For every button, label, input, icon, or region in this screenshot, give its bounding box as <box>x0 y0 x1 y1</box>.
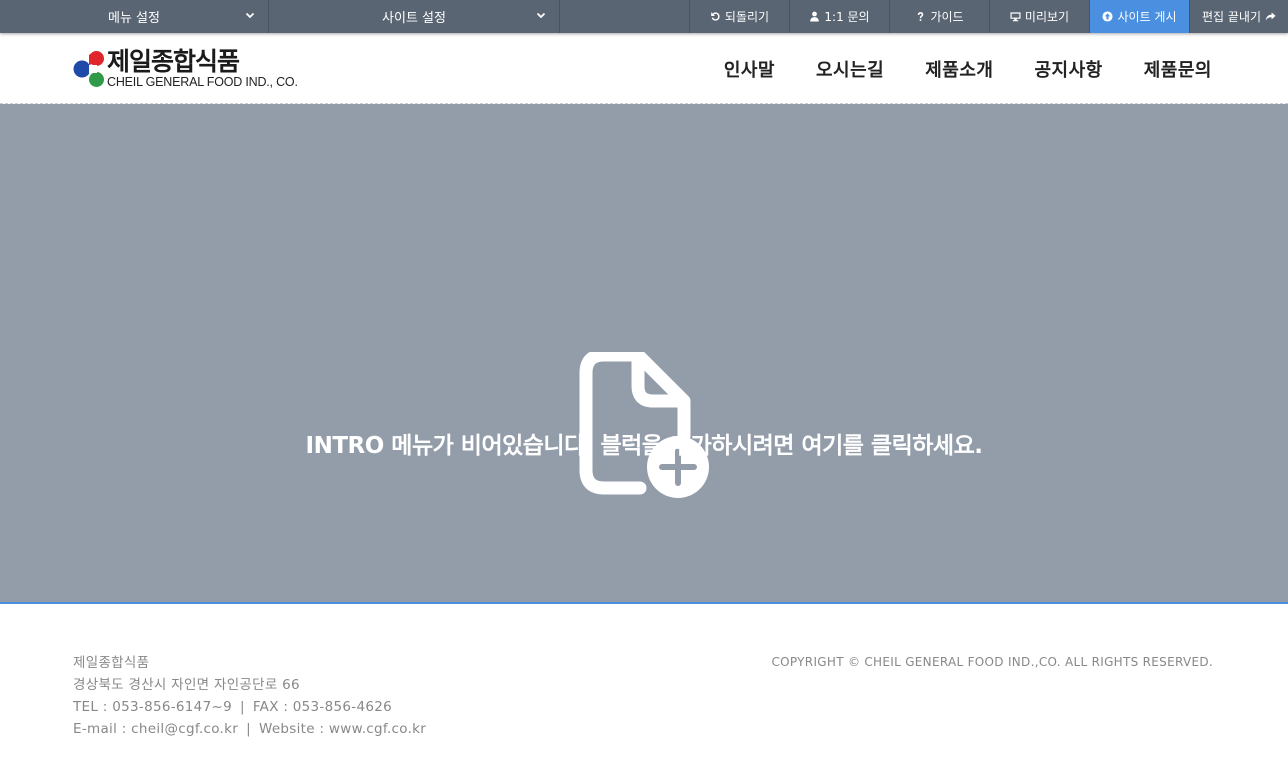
inquiry-label: 1:1 문의 <box>824 10 870 24</box>
guide-button[interactable]: 가이드 <box>889 0 989 33</box>
preview-label: 미리보기 <box>1024 10 1070 24</box>
footer-contact: TEL : 053-856-6147~9 | FAX : 053-856-4626 <box>73 696 426 718</box>
end-edit-button[interactable]: 편집 끝내기 <box>1189 0 1288 33</box>
end-edit-label: 편집 끝내기 <box>1201 10 1261 24</box>
menu-setting-dropdown[interactable]: 메뉴 설정 <box>0 0 269 33</box>
undo-icon <box>711 12 720 21</box>
footer-separator: | <box>246 721 251 737</box>
nav-greeting[interactable]: 인사말 <box>724 56 775 82</box>
logo-english: CHEIL GENERAL FOOD IND., CO. <box>107 75 298 90</box>
user-icon <box>810 11 820 22</box>
publish-button[interactable]: 사이트 게시 <box>1089 0 1189 33</box>
question-icon <box>918 12 924 21</box>
publish-label: 사이트 게시 <box>1117 10 1177 24</box>
nav-inquiry[interactable]: 제품문의 <box>1144 56 1212 82</box>
footer-online: E-mail : cheil@cgf.co.kr | Website : www.c… <box>73 718 426 740</box>
undo-button[interactable]: 되돌리기 <box>689 0 789 33</box>
footer-website: Website : www.cgf.co.kr <box>258 721 427 737</box>
site-header: 제일종합식품 CHEIL GENERAL FOOD IND., CO. 인사말 … <box>0 33 1288 104</box>
nav-products[interactable]: 제품소개 <box>925 56 993 82</box>
chevron-down-icon <box>245 12 255 19</box>
logo-mark-icon <box>73 51 104 87</box>
footer-info: 제일종합식품 경상북도 경산시 자인면 자인공단로 66 TEL : 053-8… <box>73 652 426 740</box>
monitor-icon <box>1010 12 1021 22</box>
footer-tel: TEL : 053-856-6147~9 <box>73 699 232 715</box>
nav-directions[interactable]: 오시는길 <box>816 56 884 82</box>
main-nav: 인사말 오시는길 제품소개 공지사항 제품문의 <box>724 33 1212 104</box>
share-arrow-icon <box>1265 12 1276 21</box>
site-setting-dropdown[interactable]: 사이트 설정 <box>269 0 560 33</box>
footer-copyright: COPYRIGHT © CHEIL GENERAL FOOD IND.,CO. … <box>771 655 1213 669</box>
preview-button[interactable]: 미리보기 <box>989 0 1089 33</box>
intro-empty-message: INTRO 메뉴가 비어있습니다. 블럭을 추가하시려면 여기를 클릭하세요. <box>305 433 983 459</box>
admin-toolbar: 메뉴 설정 사이트 설정 되돌리기 1:1 문의 가이드 미리보기 사이트 게시… <box>0 0 1288 33</box>
footer-address: 경상북도 경산시 자인면 자인공단로 66 <box>73 677 300 693</box>
nav-notice[interactable]: 공지사항 <box>1035 56 1103 82</box>
arrow-up-circle-icon <box>1102 11 1114 22</box>
footer-fax: FAX : 053-856-4626 <box>252 699 393 715</box>
logo-text: 제일종합식품 CHEIL GENERAL FOOD IND., CO. <box>107 49 298 89</box>
site-logo[interactable]: 제일종합식품 CHEIL GENERAL FOOD IND., CO. <box>73 47 303 91</box>
footer-email: E-mail : cheil@cgf.co.kr <box>73 721 239 737</box>
logo-korean: 제일종합식품 <box>107 47 240 77</box>
menu-setting-label: 메뉴 설정 <box>108 11 160 26</box>
footer-company: 제일종합식품 <box>73 655 150 671</box>
intro-empty-block[interactable]: INTRO 메뉴가 비어있습니다. 블럭을 추가하시려면 여기를 클릭하세요. <box>0 104 1288 604</box>
undo-label: 되돌리기 <box>724 10 770 24</box>
chevron-down-icon <box>536 12 546 19</box>
footer-separator: | <box>239 699 245 715</box>
inquiry-button[interactable]: 1:1 문의 <box>789 0 889 33</box>
site-footer: 제일종합식품 경상북도 경산시 자인면 자인공단로 66 TEL : 053-8… <box>0 606 1288 766</box>
guide-label: 가이드 <box>930 10 964 24</box>
site-setting-label: 사이트 설정 <box>382 11 446 26</box>
